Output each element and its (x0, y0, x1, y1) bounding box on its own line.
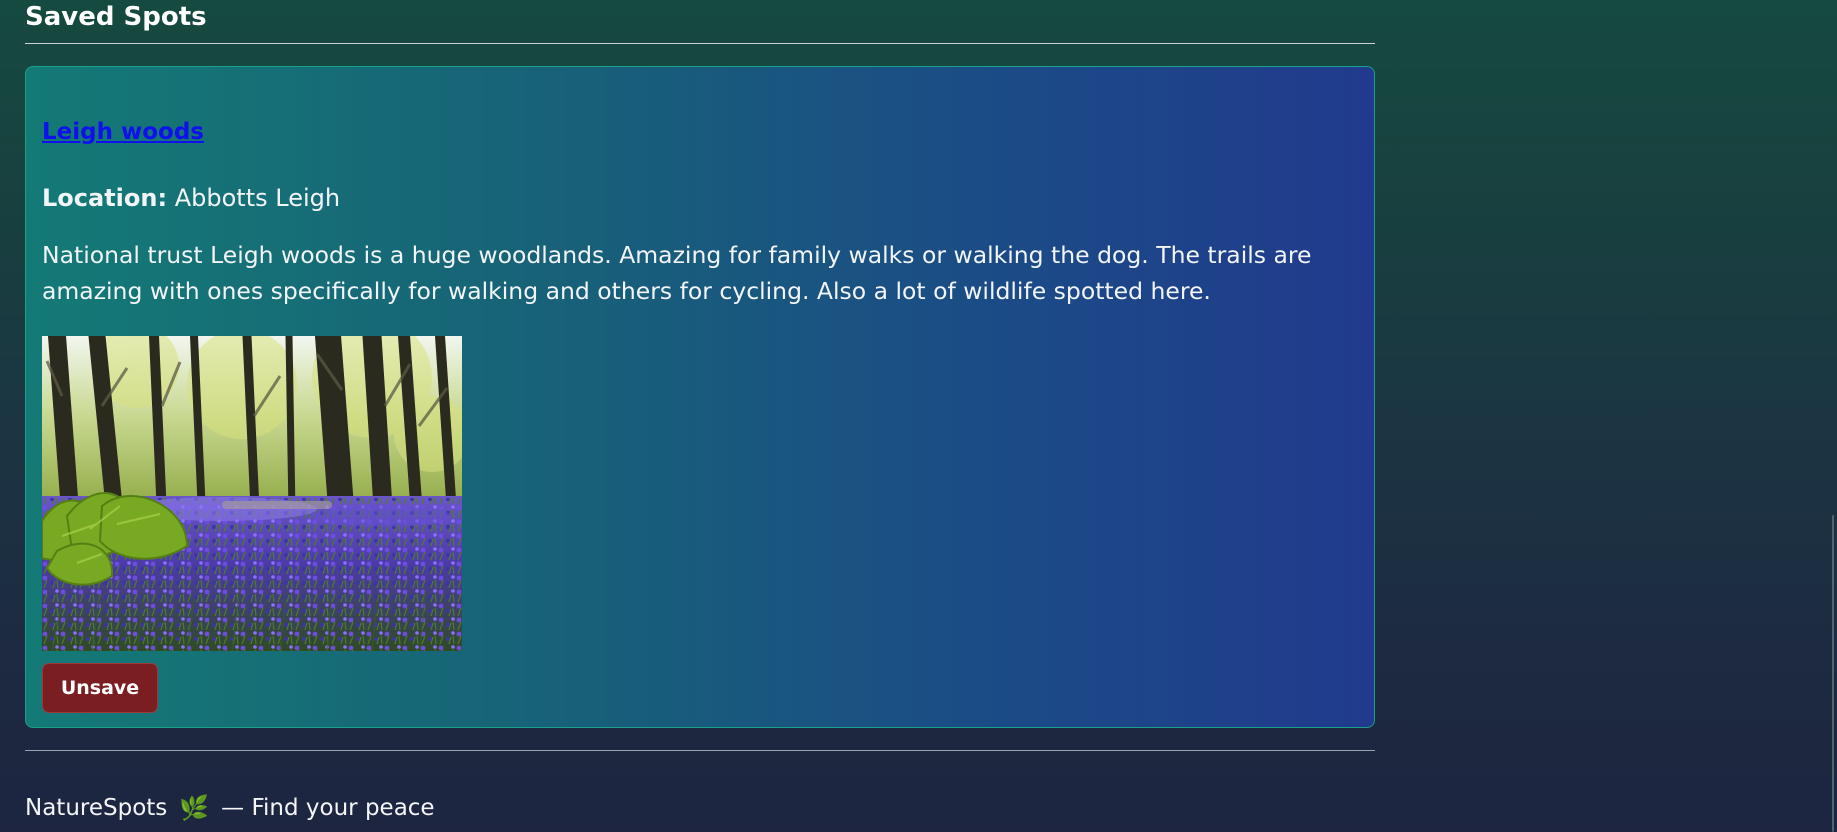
woodland-image-icon (42, 336, 462, 651)
leaf-icon: 🌿 (179, 794, 210, 822)
title-divider (25, 43, 1375, 44)
bluebell-woodland-photo (42, 336, 462, 651)
location-value: Abbotts Leigh (174, 184, 341, 212)
footer-divider (25, 750, 1375, 751)
saved-spot-card: Leigh woods Location: Abbotts Leigh Nati… (25, 66, 1375, 728)
spot-location: Location: Abbotts Leigh (42, 183, 1358, 213)
footer-tagline: — Find your peace (221, 795, 435, 821)
spot-description: National trust Leigh woods is a huge woo… (42, 241, 1312, 305)
spot-title-link[interactable]: Leigh woods (42, 119, 204, 145)
site-footer: NatureSpots 🌿 — Find your peace (25, 793, 1375, 823)
unsave-button[interactable]: Unsave (42, 663, 158, 713)
spot-title: Leigh woods (42, 117, 1358, 147)
vertical-scrollbar[interactable] (1825, 0, 1837, 832)
saved-spots-page: Saved Spots Leigh woods Location: Abbott… (25, 0, 1375, 823)
scrollbar-thumb[interactable] (1832, 515, 1834, 832)
location-label: Location: (42, 184, 168, 212)
footer-brand: NatureSpots (25, 795, 168, 821)
page-title: Saved Spots (25, 2, 207, 32)
